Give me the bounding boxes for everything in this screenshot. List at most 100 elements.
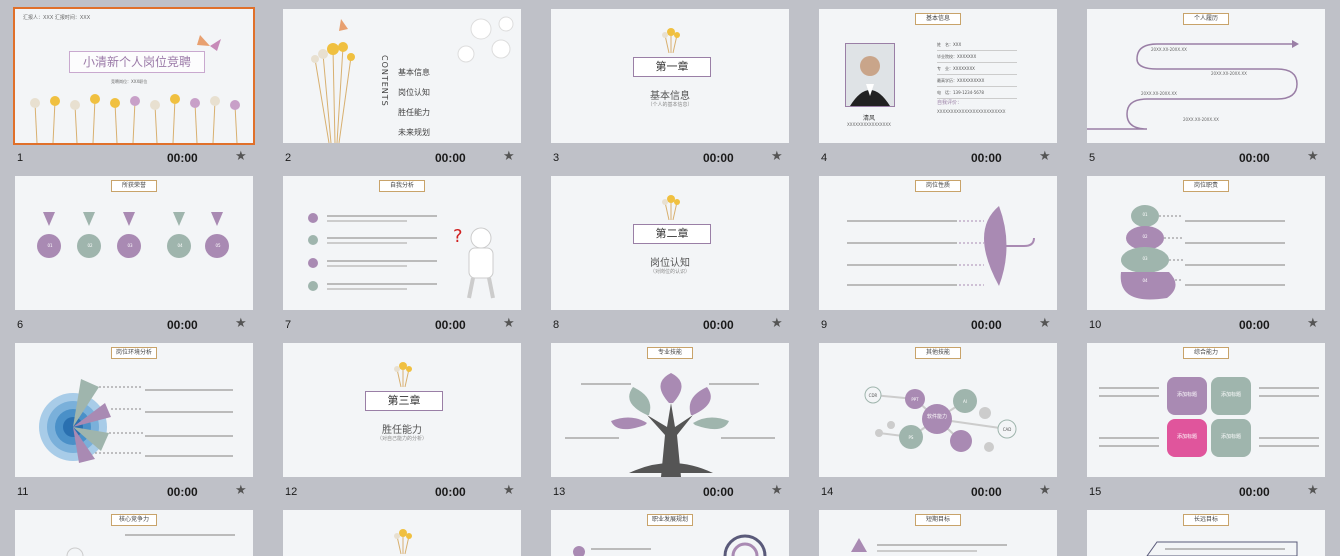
chapter-heading: 胜任能力 bbox=[382, 425, 422, 436]
chapter-subheading: （个人的基本信息） bbox=[647, 102, 693, 108]
slide-14-preview[interactable]: 其他技能 软件能力 PPT PS AI CAD CDR bbox=[819, 343, 1057, 477]
slide-number: 2 bbox=[285, 152, 292, 164]
chapter-heading: 基本信息 bbox=[650, 91, 690, 102]
slide-3-preview[interactable]: 第一章 基本信息 （个人的基本信息） bbox=[551, 9, 789, 143]
slide-10-meta: 10 00:00 ★ bbox=[1087, 316, 1325, 333]
slide-1-header: 汇报人：XXX 汇报时间：XXX bbox=[23, 15, 91, 21]
slide-17-preview[interactable] bbox=[283, 510, 521, 556]
umbrella-illustration bbox=[847, 206, 1035, 286]
slide-10-preview[interactable]: 岗位职责 01 02 03 04 bbox=[1087, 176, 1325, 310]
slide-number: 7 bbox=[285, 319, 292, 331]
slide-18-preview[interactable]: 职业发展规划 bbox=[551, 510, 789, 556]
slide-4-preview[interactable]: 基本信息 清风 XXXXXXXXXXXXXXXX 姓 名：XXX 毕业院校：XX… bbox=[819, 9, 1057, 143]
contents-list: 基本信息 岗位认知 胜任能力 未来规划 bbox=[398, 63, 430, 143]
slide-11-preview[interactable]: 岗位环境分析 bbox=[15, 343, 253, 477]
star-icon[interactable]: ★ bbox=[1039, 483, 1051, 498]
medal-label: 02 bbox=[87, 243, 93, 248]
flower-icon bbox=[394, 362, 412, 387]
slide-12-meta: 12 00:00 ★ bbox=[283, 483, 521, 500]
star-icon[interactable]: ★ bbox=[1307, 483, 1319, 498]
slide-number: 13 bbox=[553, 486, 566, 498]
slide-5-preview[interactable]: 个人履历 20XX.XX-20XX.XX 20XX.XX-20XX.XX 20X… bbox=[1087, 9, 1325, 143]
svg-text:?: ? bbox=[453, 226, 463, 247]
slide-5-meta: 5 00:00 ★ bbox=[1087, 149, 1325, 166]
flower-vase-illustration bbox=[311, 19, 355, 143]
slide-9-preview[interactable]: 岗位性质 bbox=[819, 176, 1057, 310]
slide-timing: 00:00 bbox=[971, 485, 1002, 499]
star-icon[interactable]: ★ bbox=[771, 483, 783, 498]
slide-1-title: 小清新个人岗位竞聘 bbox=[69, 51, 205, 73]
star-icon[interactable]: ★ bbox=[1307, 316, 1319, 331]
slide-8-meta: 8 00:00 ★ bbox=[551, 316, 789, 333]
timeline-path bbox=[1087, 40, 1299, 130]
slide-15-meta: 15 00:00 ★ bbox=[1087, 483, 1325, 500]
contents-item: 未来规划 bbox=[398, 128, 430, 137]
slide-11-meta: 11 00:00 ★ bbox=[15, 483, 253, 500]
slide-number: 9 bbox=[821, 319, 828, 331]
slide-timing: 00:00 bbox=[435, 151, 466, 165]
step-label: 04 bbox=[1142, 278, 1148, 283]
slide-2-meta: 2 00:00 ★ bbox=[283, 149, 521, 166]
slide-3-meta: 3 00:00 ★ bbox=[551, 149, 789, 166]
star-icon[interactable]: ★ bbox=[503, 316, 515, 331]
star-icon[interactable]: ★ bbox=[771, 149, 783, 164]
info-field: 毕业院校：XXXXXXX bbox=[937, 51, 1017, 63]
contents-item: 基本信息 bbox=[398, 68, 430, 77]
concentric-chart bbox=[39, 379, 233, 463]
slide-14-meta: 14 00:00 ★ bbox=[819, 483, 1057, 500]
slide-number: 12 bbox=[285, 486, 298, 498]
slide-number: 5 bbox=[1089, 152, 1096, 164]
slide-6-meta: 6 00:00 ★ bbox=[15, 316, 253, 333]
star-icon[interactable]: ★ bbox=[235, 316, 247, 331]
slide-20-preview[interactable]: 长远目标 bbox=[1087, 510, 1325, 556]
star-icon[interactable]: ★ bbox=[1039, 316, 1051, 331]
slide-1-meta: 1 00:00 ★ bbox=[15, 149, 253, 166]
slide-number: 14 bbox=[821, 486, 834, 498]
long-term-preview bbox=[1146, 541, 1298, 556]
slide-19-preview[interactable]: 短期目标 bbox=[819, 510, 1057, 556]
star-icon[interactable]: ★ bbox=[771, 316, 783, 331]
slide-2-preview[interactable]: CONTENTS 基本信息 岗位认知 胜任能力 未来规划 bbox=[283, 9, 521, 143]
slide-9-meta: 9 00:00 ★ bbox=[819, 316, 1057, 333]
chapter-subheading: （对自己能力的分析） bbox=[376, 436, 427, 442]
slide-7-preview[interactable]: 自我分析 ? bbox=[283, 176, 521, 310]
slide-timing: 00:00 bbox=[1239, 318, 1270, 332]
star-icon[interactable]: ★ bbox=[235, 483, 247, 498]
slide-15-preview[interactable]: 综合能力 添加标题 添加标题 添加标题 添加标题 bbox=[1087, 343, 1325, 477]
slide-number: 11 bbox=[17, 486, 29, 498]
paper-flowers-decoration bbox=[457, 16, 514, 63]
slide-timing: 00:00 bbox=[1239, 485, 1270, 499]
network-node: CDR bbox=[868, 393, 878, 398]
star-icon[interactable]: ★ bbox=[503, 149, 515, 164]
slide-12-preview[interactable]: 第三章 胜任能力 （对自己能力的分析） bbox=[283, 343, 521, 477]
chapter-box: 第二章 bbox=[633, 224, 711, 244]
flower-icon bbox=[662, 195, 680, 220]
slide-timing: 00:00 bbox=[1239, 151, 1270, 165]
slide-1-preview[interactable]: 汇报人：XXX 汇报时间：XXX 小清新个人岗位竞聘 竞聘岗位：XXX职位 bbox=[13, 7, 255, 145]
slide-timing: 00:00 bbox=[703, 151, 734, 165]
star-icon[interactable]: ★ bbox=[1039, 149, 1051, 164]
slide-6-preview[interactable]: 所获荣誉 01 02 03 04 05 bbox=[15, 176, 253, 310]
medal-label: 05 bbox=[215, 243, 221, 248]
steps-illustration bbox=[1120, 205, 1285, 300]
contents-label: CONTENTS bbox=[380, 55, 389, 107]
star-icon[interactable]: ★ bbox=[503, 483, 515, 498]
butterfly-icon bbox=[197, 35, 221, 51]
core-competence-preview bbox=[66, 534, 235, 556]
timeline-item: 20XX.XX-20XX.XX bbox=[1211, 71, 1247, 76]
slide-16-preview[interactable]: 核心竞争力 bbox=[15, 510, 253, 556]
slide-timing: 00:00 bbox=[703, 485, 734, 499]
star-icon[interactable]: ★ bbox=[235, 149, 247, 164]
slide-8-preview[interactable]: 第二章 岗位认知 （对岗位的认识） bbox=[551, 176, 789, 310]
network-node: AI bbox=[963, 399, 967, 404]
flower-icon bbox=[662, 28, 680, 53]
slide-7-meta: 7 00:00 ★ bbox=[283, 316, 521, 333]
medals-illustration bbox=[37, 212, 229, 258]
info-field: 姓 名：XXX bbox=[937, 39, 1017, 51]
eval-label: 自我评价： bbox=[937, 100, 963, 106]
career-plan-preview bbox=[573, 534, 767, 556]
slide-13-preview[interactable]: 专业技能 bbox=[551, 343, 789, 477]
star-icon[interactable]: ★ bbox=[1307, 149, 1319, 164]
network-center-label: 软件能力 bbox=[926, 414, 947, 420]
contents-item: 胜任能力 bbox=[398, 108, 430, 117]
